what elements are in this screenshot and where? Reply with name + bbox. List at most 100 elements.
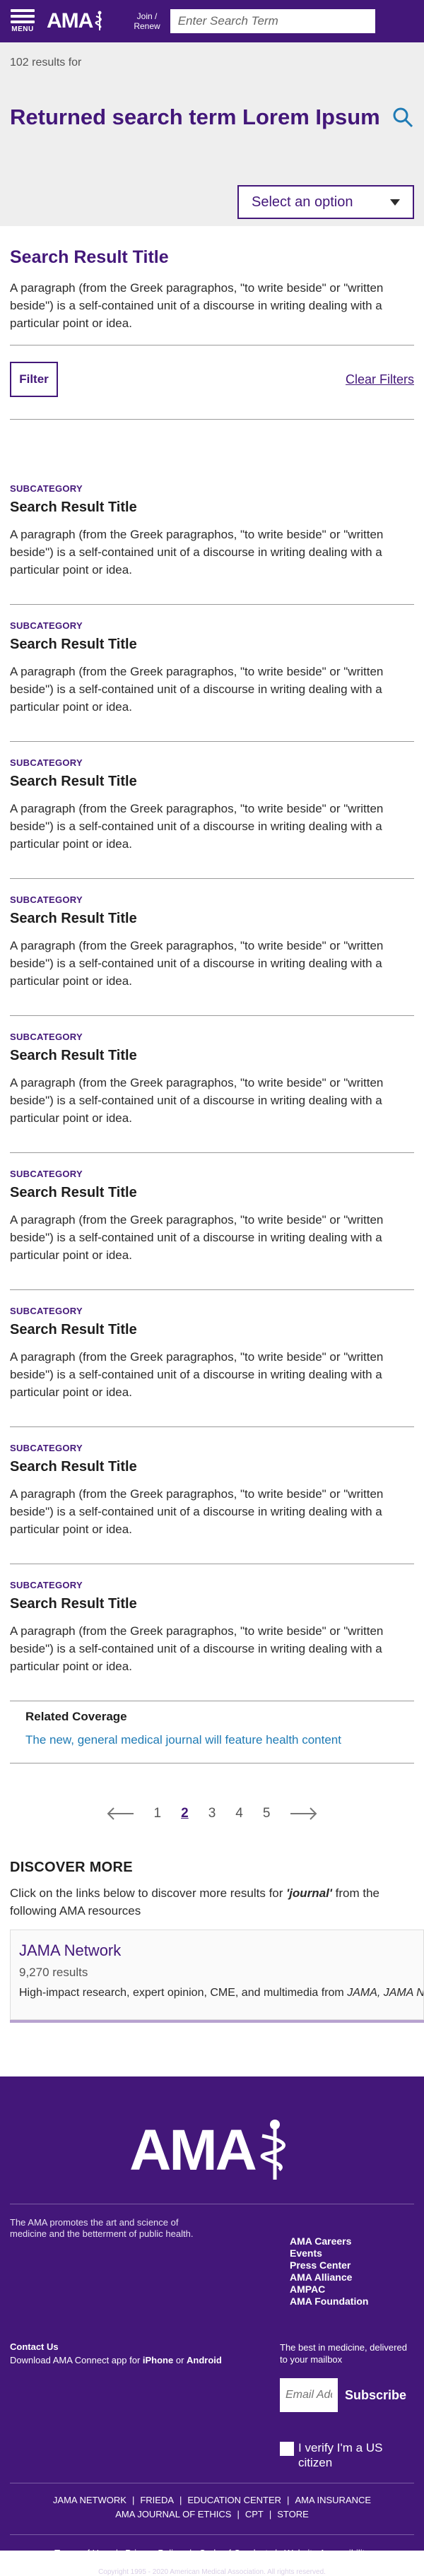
site-header: MENU AMA Join / Renew [0, 0, 424, 42]
separator: | [115, 2548, 119, 2558]
filter-bar: Filter Clear Filters [0, 345, 424, 401]
resource-card[interactable]: JAMA Network 9,270 results High-impact r… [10, 1930, 424, 2020]
footer-logo[interactable]: AMA [10, 2118, 414, 2182]
separator: | [179, 2495, 182, 2505]
list-item: SUBCATEGORY Search Result Title A paragr… [10, 1443, 414, 1564]
footer-link-foundation[interactable]: AMA Foundation [290, 2296, 414, 2308]
featured-result-title[interactable]: Search Result Title [10, 247, 414, 268]
email-field[interactable] [280, 2378, 338, 2412]
list-item: SUBCATEGORY Search Result Title A paragr… [10, 1306, 414, 1427]
page-link-4[interactable]: 4 [235, 1806, 243, 1821]
footer-nav-store[interactable]: STORE [277, 2509, 309, 2519]
menu-button[interactable]: MENU [8, 9, 37, 33]
ama-logo[interactable]: AMA [47, 9, 105, 33]
contact-app-before: Download AMA Connect app for [10, 2355, 143, 2365]
page-link-1[interactable]: 1 [154, 1806, 162, 1821]
page-link-5[interactable]: 5 [263, 1806, 271, 1821]
privacy-policy-link[interactable]: Privacy Policy [125, 2548, 182, 2558]
terms-of-use-link[interactable]: Terms of Use [54, 2548, 109, 2558]
contact-us-link[interactable]: Contact Us [10, 2341, 257, 2352]
arrow-right-icon[interactable] [290, 1807, 318, 1821]
filter-button[interactable]: Filter [10, 362, 58, 397]
footer-link-events[interactable]: Events [290, 2247, 414, 2259]
subscribe-button[interactable]: Subscribe [345, 2388, 406, 2403]
footer-link-alliance[interactable]: AMA Alliance [290, 2271, 414, 2283]
result-title[interactable]: Search Result Title [10, 1322, 414, 1338]
result-description: A paragraph (from the Greek paragraphos,… [10, 1487, 384, 1536]
contact-section: Contact Us Download AMA Connect app for … [10, 2341, 257, 2470]
footer-nav-frieda[interactable]: FRIEDA [140, 2495, 174, 2505]
caduceus-icon [95, 11, 102, 30]
list-item: SUBCATEGORY Search Result Title A paragr… [10, 483, 414, 605]
featured-result-description: A paragraph (from the Greek paragraphos,… [10, 281, 384, 330]
result-description: A paragraph (from the Greek paragraphos,… [10, 1076, 384, 1125]
menu-label: MENU [11, 25, 34, 33]
footer-nav-row-2: AMA JOURNAL OF ETHICS | CPT | STORE [10, 2507, 414, 2522]
page-link-2[interactable]: 2 [181, 1806, 189, 1821]
footer-mid: The AMA promotes the art and science of … [10, 2217, 414, 2308]
footer-link-careers[interactable]: AMA Careers [290, 2235, 414, 2247]
verify-checkbox[interactable] [280, 2442, 294, 2456]
logo-wordmark: AMA [47, 9, 93, 33]
contact-app-text: Download AMA Connect app for iPhone or A… [10, 2355, 257, 2365]
footer-nav-education-center[interactable]: EDUCATION CENTER [187, 2495, 281, 2505]
site-footer: AMA The AMA promotes the art and science… [0, 2076, 424, 2576]
website-accessibility-link[interactable]: Website Accessibility [284, 2548, 369, 2558]
results-count: 102 results for [10, 57, 82, 69]
search-input[interactable] [170, 10, 375, 33]
related-coverage-link[interactable]: The new, general medical journal will fe… [25, 1731, 399, 1749]
separator: | [287, 2495, 290, 2505]
footer-links: AMA Careers Events Press Center AMA Alli… [290, 2235, 414, 2308]
footer-nav-jama-network[interactable]: JAMA NETWORK [53, 2495, 126, 2505]
join-label: Join / [136, 11, 158, 21]
list-item: SUBCATEGORY Search Result Title A paragr… [10, 1032, 414, 1153]
clear-filters-link[interactable]: Clear Filters [346, 372, 414, 387]
android-link[interactable]: Android [187, 2355, 222, 2365]
search-icon[interactable] [391, 106, 414, 129]
result-title[interactable]: Search Result Title [10, 1048, 414, 1064]
iphone-link[interactable]: iPhone [143, 2355, 173, 2365]
arrow-left-icon[interactable] [106, 1807, 134, 1821]
footer-link-ampac[interactable]: AMPAC [290, 2283, 414, 2296]
result-description: A paragraph (from the Greek paragraphos,… [10, 802, 384, 851]
page-link-3[interactable]: 3 [208, 1806, 216, 1821]
join-renew-link[interactable]: Join / Renew [134, 11, 160, 31]
result-subcategory: SUBCATEGORY [10, 620, 83, 631]
result-title[interactable]: Search Result Title [10, 911, 414, 927]
featured-result: Search Result Title A paragraph (from th… [0, 226, 424, 332]
result-title[interactable]: Search Result Title [10, 1459, 414, 1475]
footer-logo-wordmark: AMA [129, 2118, 257, 2182]
sort-select[interactable]: Select an option [237, 185, 414, 219]
result-title[interactable]: Search Result Title [10, 500, 414, 516]
result-title[interactable]: Search Result Title [10, 1596, 414, 1612]
resource-card-desc-text: High-impact research, expert opinion, CM… [19, 1987, 348, 1999]
copyright: Copyright 1995 - 2020 American Medical A… [98, 2568, 326, 2576]
discover-more-heading: DISCOVER MORE [10, 1860, 133, 1875]
footer-nav-ama-insurance[interactable]: AMA INSURANCE [295, 2495, 371, 2505]
result-title[interactable]: Search Result Title [10, 637, 414, 653]
result-subcategory: SUBCATEGORY [10, 483, 83, 494]
resource-card-title[interactable]: JAMA Network [19, 1942, 415, 1960]
result-description: A paragraph (from the Greek paragraphos,… [10, 1213, 384, 1262]
discover-more-description: Click on the links below to discover mor… [10, 1884, 414, 1920]
code-of-conduct-link[interactable]: Code of Conduct [199, 2548, 268, 2558]
result-title[interactable]: Search Result Title [10, 1185, 414, 1201]
discover-more: DISCOVER MORE Click on the links below t… [0, 1831, 424, 2020]
footer-nav-cpt[interactable]: CPT [245, 2509, 264, 2519]
footer-link-press-center[interactable]: Press Center [290, 2259, 414, 2271]
result-subcategory: SUBCATEGORY [10, 757, 83, 768]
hamburger-icon [11, 9, 35, 12]
list-item: SUBCATEGORY Search Result Title A paragr… [10, 1580, 414, 1701]
discover-desc-before: Click on the links below to discover mor… [10, 1886, 287, 1900]
related-coverage: Related Coverage The new, general medica… [0, 1701, 424, 1749]
result-subcategory: SUBCATEGORY [10, 1443, 83, 1453]
separator: | [237, 2509, 240, 2519]
footer-nav-journal-of-ethics[interactable]: AMA JOURNAL OF ETHICS [115, 2509, 231, 2519]
resource-card-description: High-impact research, expert opinion, CM… [19, 1987, 423, 1999]
list-item: SUBCATEGORY Search Result Title A paragr… [10, 757, 414, 879]
result-title[interactable]: Search Result Title [10, 774, 414, 790]
search-term: Returned search term Lorem Ipsum [10, 105, 380, 129]
chevron-down-icon [390, 199, 400, 206]
verify-citizen: I verify I'm a US citizen [280, 2440, 414, 2470]
newsletter-text: The best in medicine, delivered to your … [280, 2342, 407, 2365]
